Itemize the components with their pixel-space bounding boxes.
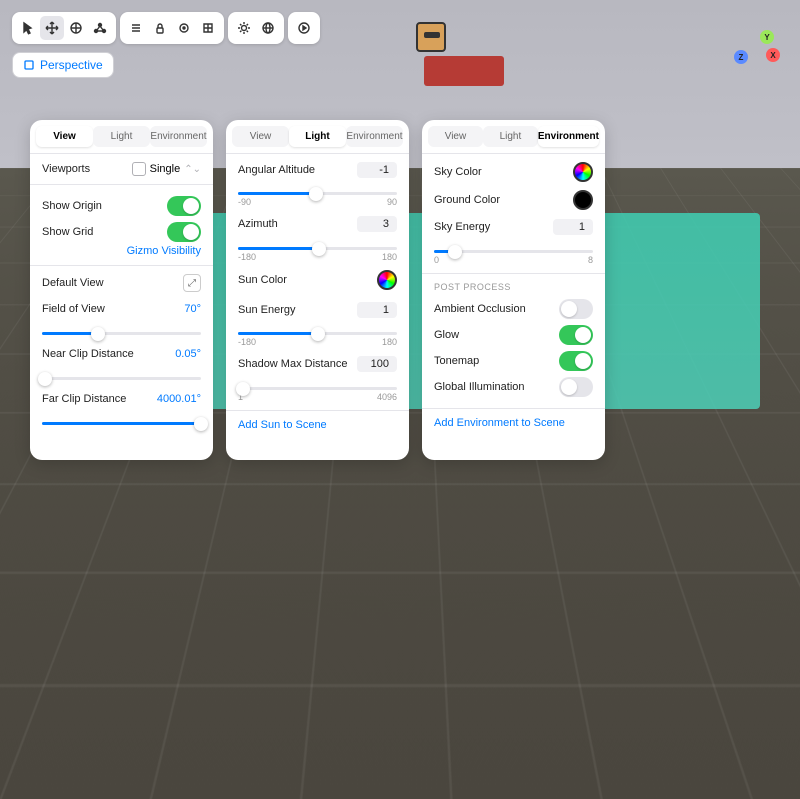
- ao-toggle[interactable]: [559, 299, 593, 319]
- perspective-wrapper: Perspective: [12, 46, 114, 78]
- sun-icon[interactable]: [232, 16, 256, 40]
- add-sun-link[interactable]: Add Sun to Scene: [238, 419, 397, 431]
- show-origin-label: Show Origin: [42, 200, 102, 212]
- tab-environment[interactable]: Environment: [538, 126, 599, 147]
- viewports-single[interactable]: Single⌃⌄: [132, 162, 201, 176]
- globe-icon[interactable]: [256, 16, 280, 40]
- rotate-tool[interactable]: [64, 16, 88, 40]
- sun-energy-value[interactable]: 1: [357, 302, 397, 318]
- far-clip-value[interactable]: 4000.01°: [157, 393, 201, 405]
- axis-y[interactable]: Y: [760, 30, 774, 44]
- ao-label: Ambient Occlusion: [434, 303, 526, 315]
- tool-group-transform: [12, 12, 116, 44]
- tab-environment[interactable]: Environment: [150, 126, 207, 147]
- glow-toggle[interactable]: [559, 325, 593, 345]
- show-grid-label: Show Grid: [42, 226, 93, 238]
- tab-environment[interactable]: Environment: [346, 126, 403, 147]
- shadow-max-value[interactable]: 100: [357, 356, 397, 372]
- tool-group-play: [288, 12, 320, 44]
- view-tabs: View Light Environment: [30, 120, 213, 153]
- sun-color-swatch[interactable]: [377, 270, 397, 290]
- fov-value[interactable]: 70°: [184, 303, 201, 315]
- far-clip-slider[interactable]: [42, 422, 201, 425]
- angular-altitude-label: Angular Altitude: [238, 164, 315, 176]
- move-tool[interactable]: [40, 16, 64, 40]
- environment-panel: View Light Environment Sky Color Ground …: [422, 120, 605, 460]
- scene-crate: [424, 56, 504, 86]
- ground-color-swatch[interactable]: [573, 190, 593, 210]
- tab-view[interactable]: View: [232, 126, 289, 147]
- tab-view[interactable]: View: [428, 126, 483, 147]
- tonemap-label: Tonemap: [434, 355, 479, 367]
- near-clip-label: Near Clip Distance: [42, 348, 134, 360]
- gi-toggle[interactable]: [559, 377, 593, 397]
- play-icon[interactable]: [292, 16, 316, 40]
- shadow-max-label: Shadow Max Distance: [238, 358, 347, 370]
- tab-light[interactable]: Light: [483, 126, 538, 147]
- top-toolbar: [12, 12, 320, 44]
- tonemap-toggle[interactable]: [559, 351, 593, 371]
- grid-icon[interactable]: [196, 16, 220, 40]
- tab-view[interactable]: View: [36, 126, 93, 147]
- sky-color-label: Sky Color: [434, 166, 482, 178]
- cursor-tool[interactable]: [16, 16, 40, 40]
- near-clip-slider[interactable]: [42, 377, 201, 380]
- azimuth-slider[interactable]: [238, 247, 397, 250]
- angular-altitude-value[interactable]: -1: [357, 162, 397, 178]
- azimuth-label: Azimuth: [238, 218, 278, 230]
- axis-x[interactable]: X: [766, 48, 780, 62]
- perspective-label: Perspective: [40, 58, 103, 72]
- post-process-header: POST PROCESS: [422, 274, 605, 294]
- tab-light[interactable]: Light: [93, 126, 150, 147]
- lock-icon[interactable]: [148, 16, 172, 40]
- viewports-label: Viewports: [42, 163, 90, 175]
- glow-label: Glow: [434, 329, 459, 341]
- sky-energy-value[interactable]: 1: [553, 219, 593, 235]
- show-origin-toggle[interactable]: [167, 196, 201, 216]
- axis-gizmo[interactable]: Y X Z: [730, 30, 780, 80]
- azimuth-value[interactable]: 3: [357, 216, 397, 232]
- fov-label: Field of View: [42, 303, 105, 315]
- default-view-label: Default View: [42, 277, 104, 289]
- sun-color-label: Sun Color: [238, 274, 287, 286]
- viewports-row: Viewports Single⌃⌄: [30, 154, 213, 184]
- shadow-max-slider[interactable]: [238, 387, 397, 390]
- sun-energy-slider[interactable]: [238, 332, 397, 335]
- sky-energy-slider[interactable]: [434, 250, 593, 253]
- sky-color-swatch[interactable]: [573, 162, 593, 182]
- view-panel: View Light Environment Viewports Single⌃…: [30, 120, 213, 460]
- sky-energy-label: Sky Energy: [434, 221, 490, 233]
- show-grid-toggle[interactable]: [167, 222, 201, 242]
- tool-group-scene: [228, 12, 284, 44]
- perspective-dropdown[interactable]: Perspective: [12, 52, 114, 78]
- far-clip-label: Far Clip Distance: [42, 393, 126, 405]
- scene-character: [416, 22, 446, 52]
- tab-light[interactable]: Light: [289, 126, 346, 147]
- ground-color-label: Ground Color: [434, 194, 500, 206]
- light-panel: View Light Environment Angular Altitude -…: [226, 120, 409, 460]
- fov-slider[interactable]: [42, 332, 201, 335]
- snap-icon[interactable]: [172, 16, 196, 40]
- scale-tool[interactable]: [88, 16, 112, 40]
- default-view-reset-icon[interactable]: ⤢: [183, 274, 201, 292]
- sun-energy-label: Sun Energy: [238, 304, 295, 316]
- axis-z[interactable]: Z: [734, 50, 748, 64]
- tool-group-view: [120, 12, 224, 44]
- add-env-link[interactable]: Add Environment to Scene: [434, 417, 593, 429]
- list-icon[interactable]: [124, 16, 148, 40]
- near-clip-value[interactable]: 0.05°: [175, 348, 201, 360]
- angular-altitude-slider[interactable]: [238, 192, 397, 195]
- gi-label: Global Illumination: [434, 381, 525, 393]
- gizmo-visibility-link[interactable]: Gizmo Visibility: [42, 245, 201, 257]
